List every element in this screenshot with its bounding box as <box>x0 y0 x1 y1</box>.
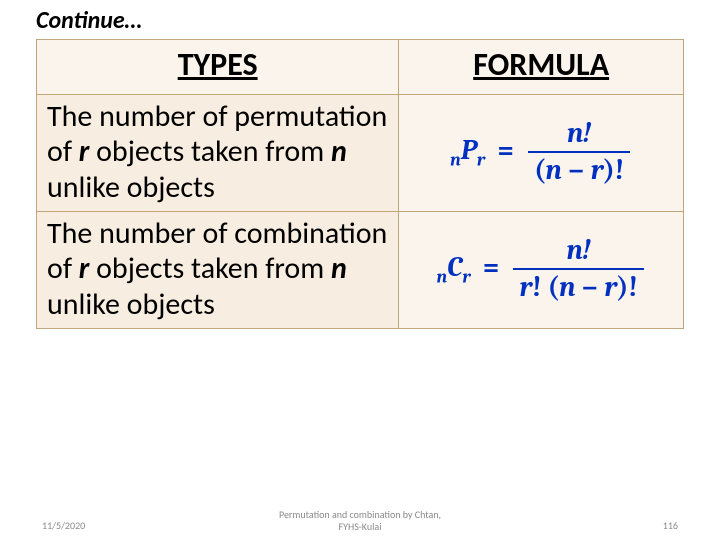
table-row: The number of combination of r objects t… <box>37 211 684 328</box>
cell-formula: nPr = n! (n − r)! <box>399 94 684 211</box>
cell-formula: nCr = n! r! (n − r)! <box>399 211 684 328</box>
table-header-row: TYPES FORMULA <box>37 40 684 95</box>
footer-page-number: 116 <box>663 519 678 532</box>
formula-table: TYPES FORMULA The number of permutation … <box>36 39 684 329</box>
types-text-post: unlike objects <box>47 286 215 323</box>
footer-center: Permutation and combination by Chtan, FY… <box>0 509 720 532</box>
slide: Continue… TYPES FORMULA The number of pe… <box>0 0 720 540</box>
types-text-mid: objects taken from <box>89 133 331 170</box>
types-var-r: r <box>79 250 90 287</box>
header-types: TYPES <box>37 40 399 95</box>
types-var-n: n <box>331 250 347 287</box>
cell-types: The number of permutation of r objects t… <box>37 94 399 211</box>
formula-permutation: nPr = n! (n − r)! <box>450 134 632 166</box>
types-var-n: n <box>331 133 347 170</box>
fraction: n! r! (n − r)! <box>513 235 643 303</box>
types-text-mid: objects taken from <box>89 250 331 287</box>
cell-types: The number of combination of r objects t… <box>37 211 399 328</box>
formula-combination: nCr = n! r! (n − r)! <box>437 251 646 283</box>
header-formula: FORMULA <box>399 40 684 95</box>
types-text-post: unlike objects <box>47 169 215 206</box>
fraction: n! (n − r)! <box>528 118 630 186</box>
table-row: The number of permutation of r objects t… <box>37 94 684 211</box>
types-var-r: r <box>79 133 90 170</box>
page-title: Continue… <box>36 0 684 39</box>
